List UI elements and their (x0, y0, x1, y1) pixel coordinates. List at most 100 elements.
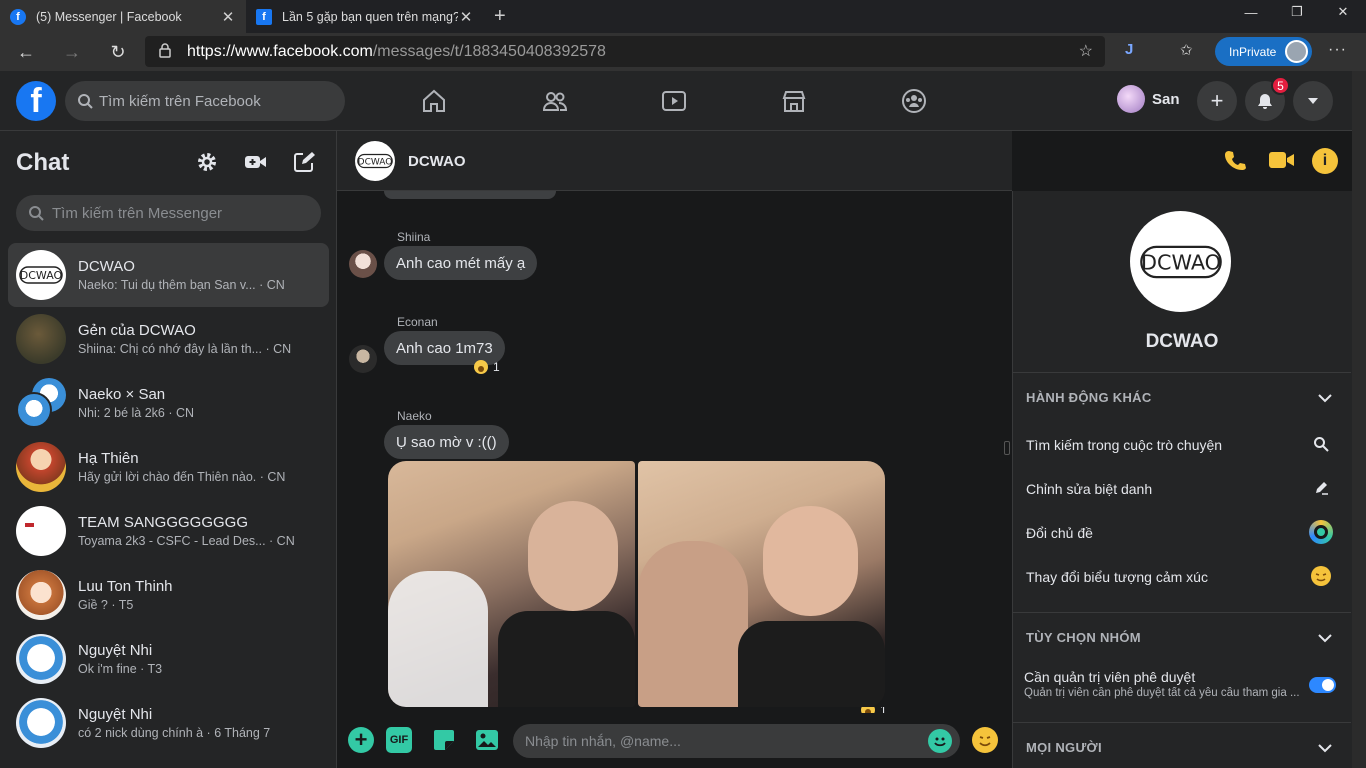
phone-icon[interactable] (1224, 149, 1246, 176)
avatar[interactable]: DCWAO (355, 141, 395, 181)
message-reaction[interactable]: 1 (474, 360, 500, 374)
messenger-search-input[interactable]: Tìm kiếm trên Messenger (16, 195, 321, 231)
browser-tab-messenger[interactable]: f (5) Messenger | Facebook ✕ (0, 0, 246, 33)
chevron-down-icon[interactable] (1317, 740, 1333, 756)
facebook-logo[interactable]: f (16, 81, 56, 121)
minimize-icon[interactable]: — (1228, 0, 1274, 24)
conversation-item[interactable]: Nguyệt Nhi Ok i'm fine · T3 (8, 627, 329, 691)
group-name: DCWAO (1145, 331, 1219, 352)
emoji-picker-icon[interactable] (928, 729, 952, 753)
conversation-item[interactable]: Gẻn của DCWAO Shiina: Chị có nhớ đây là … (8, 307, 329, 371)
back-icon[interactable]: ← (6, 36, 46, 68)
close-tab-icon[interactable]: ✕ (220, 8, 236, 26)
edit-nickname-action[interactable]: Chỉnh sửa biệt danh (1026, 481, 1152, 497)
close-window-icon[interactable]: ✕ (1320, 0, 1366, 24)
lock-icon (159, 43, 171, 58)
watch-icon[interactable] (654, 81, 694, 121)
conversation-item[interactable]: DCWAO DCWAO Naeko: Tui dụ thêm bạn San v… (8, 243, 329, 307)
favorite-star-icon[interactable]: ☆ (1079, 41, 1093, 61)
section-header[interactable]: MỌI NGƯỜI (1026, 740, 1102, 755)
emoji-icon[interactable] (972, 727, 998, 753)
home-icon[interactable] (414, 81, 454, 121)
create-button[interactable]: + (1197, 81, 1237, 121)
forward-icon[interactable]: → (52, 36, 92, 68)
extension-icon[interactable]: J (1125, 41, 1133, 58)
avatar (16, 314, 66, 364)
message-bubble[interactable]: Anh cao mét mấy ạ (384, 246, 538, 280)
shared-photo[interactable] (638, 461, 885, 707)
browser-menu-icon[interactable]: ··· (1328, 41, 1347, 59)
search-icon (29, 206, 44, 221)
search-icon[interactable] (1309, 432, 1333, 456)
wow-emoji-icon (474, 360, 488, 374)
conversation-item[interactable]: Naeko × San Nhi: 2 bé là 2k6 · CN (8, 371, 329, 435)
approval-toggle[interactable] (1309, 677, 1336, 693)
page-scrollbar[interactable] (1352, 71, 1366, 768)
conversation-name: Hạ Thiên (78, 450, 139, 467)
conversation-preview: Ok i'm fine · T3 (78, 662, 163, 676)
section-header[interactable]: TÙY CHỌN NHÓM (1026, 630, 1141, 645)
section-header[interactable]: HÀNH ĐỘNG KHÁC (1026, 390, 1152, 405)
tab-title: Lần 5 gặp bạn quen trên mạng? (282, 9, 458, 24)
message-bubble[interactable]: Ụ sao mờ v :(() (384, 425, 509, 459)
conversation-title[interactable]: DCWAO (408, 153, 466, 170)
conversation-item[interactable]: Nguyệt Nhi có 2 nick dùng chính à · 6 Th… (8, 691, 329, 755)
video-call-icon[interactable] (1269, 151, 1295, 174)
approval-setting-title: Cần quản trị viên phê duyệt (1024, 669, 1196, 685)
new-message-icon[interactable] (290, 148, 318, 176)
facebook-search-input[interactable]: Tìm kiếm trên Facebook (65, 81, 345, 121)
pencil-icon[interactable] (1309, 476, 1333, 500)
chevron-down-icon[interactable] (1317, 390, 1333, 406)
close-tab-icon[interactable]: ✕ (458, 8, 474, 26)
message-input[interactable]: Nhập tin nhắn, @name... (513, 724, 960, 758)
friends-icon[interactable] (535, 81, 575, 121)
marketplace-icon[interactable] (774, 81, 814, 121)
photo-reaction[interactable]: 1 (861, 707, 887, 713)
image-icon[interactable] (474, 727, 500, 753)
profile-avatar (1285, 40, 1308, 63)
message-composer: + GIF Nhập tin nhắn, @name... (337, 715, 1012, 768)
sticker-icon[interactable] (431, 727, 457, 753)
conversation-panel: DCWAO DCWAO i Shiina Anh cao mét mấy ạ E… (337, 131, 1338, 768)
conversation-item[interactable]: TEAM SANGGGGGGGG Toyama 2k3 - CSFC - Lea… (8, 499, 329, 563)
info-icon[interactable]: i (1312, 148, 1338, 174)
new-tab-button[interactable]: + (494, 0, 506, 33)
browser-tab-article[interactable]: f Lần 5 gặp bạn quen trên mạng? ✕ (246, 0, 484, 33)
groups-icon[interactable] (894, 81, 934, 121)
conversation-name: Nguyệt Nhi (78, 706, 153, 723)
chevron-down-icon[interactable] (1317, 630, 1333, 646)
refresh-icon[interactable]: ↻ (98, 36, 138, 68)
window-controls: — ❐ ✕ (1228, 0, 1366, 24)
shared-photo[interactable] (388, 461, 635, 707)
group-options-section: TÙY CHỌN NHÓM Cần quản trị viên phê duyệ… (1013, 612, 1351, 722)
emoji-icon[interactable] (1309, 564, 1333, 588)
panel-resize-handle[interactable] (1004, 441, 1010, 455)
change-theme-action[interactable]: Đổi chủ đề (1026, 525, 1093, 541)
gif-icon[interactable]: GIF (386, 727, 412, 753)
restore-icon[interactable]: ❐ (1274, 0, 1320, 24)
message-bubble-partial (384, 191, 556, 199)
favorites-icon[interactable]: ✩ (1180, 41, 1193, 59)
conversation-item[interactable]: Luu Ton Thinh Giề ? · T5 (8, 563, 329, 627)
profile-link[interactable]: San (1117, 85, 1180, 113)
search-in-conversation-action[interactable]: Tìm kiếm trong cuộc trò chuyện (1026, 437, 1222, 453)
browser-tab-strip: f (5) Messenger | Facebook ✕ f Lần 5 gặp… (0, 0, 1366, 33)
theme-icon[interactable] (1309, 520, 1333, 544)
conversation-preview: Hãy gửi lời chào đến Thiên nào. · CN (78, 470, 286, 484)
conversation-item[interactable]: Hạ Thiên Hãy gửi lời chào đến Thiên nào.… (8, 435, 329, 499)
conversation-preview: Toyama 2k3 - CSFC - Lead Des... · CN (78, 534, 295, 548)
conversation-name: Naeko × San (78, 386, 166, 403)
avatar (349, 250, 377, 278)
chat-list-panel: Chat Tìm kiếm trên Messenger DCWAO DCWAO… (0, 131, 337, 768)
change-emoji-action[interactable]: Thay đổi biểu tượng cảm xúc (1026, 569, 1208, 585)
add-icon[interactable]: + (348, 727, 374, 753)
account-menu-button[interactable] (1293, 81, 1333, 121)
notification-badge: 5 (1271, 76, 1290, 95)
avatar (16, 506, 66, 556)
avatar (1117, 85, 1145, 113)
settings-gear-icon[interactable] (193, 148, 221, 176)
new-room-video-icon[interactable] (242, 148, 270, 176)
inprivate-button[interactable]: InPrivate (1215, 37, 1312, 66)
avatar (349, 345, 377, 373)
address-bar[interactable]: https://www.facebook.com/messages/t/1883… (145, 36, 1105, 67)
